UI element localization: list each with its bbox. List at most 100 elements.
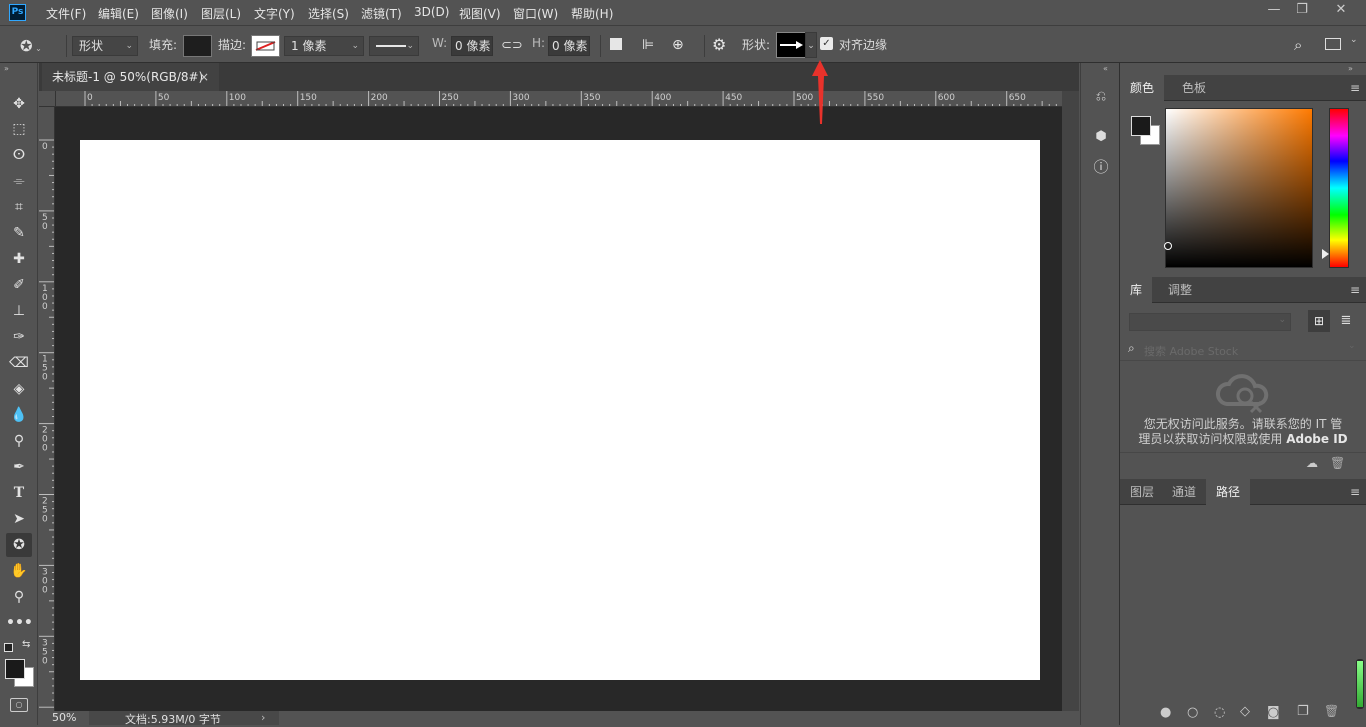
tab-channels[interactable]: 通道 [1162, 479, 1206, 505]
restore-button[interactable]: ❐ [1286, 0, 1318, 22]
gear-icon[interactable]: ⚙ [712, 34, 732, 56]
menu-layer[interactable]: 图层(L) [201, 5, 241, 22]
path-arrangement-icon[interactable]: ⊕ [672, 34, 694, 56]
fill-swatch[interactable] [183, 35, 212, 57]
workspace-icon[interactable] [1325, 38, 1341, 50]
close-window-button[interactable]: ✕ [1322, 0, 1360, 22]
swap-colors-icon[interactable]: ⇆ [22, 639, 30, 650]
list-view-icon[interactable]: ≣ [1336, 310, 1356, 332]
tab-libraries[interactable]: 库 [1120, 277, 1153, 303]
stock-search-input[interactable]: 搜索 Adobe Stock [1144, 343, 1238, 359]
marquee-tool-icon[interactable]: ⬚ [6, 117, 32, 141]
eyedropper-tool-icon[interactable]: ✎ [6, 221, 32, 245]
menu-view[interactable]: 视图(V) [459, 5, 501, 22]
panel-menu-icon[interactable]: ≡ [1350, 283, 1360, 297]
zoom-tool-icon[interactable]: ⚲ [6, 585, 32, 609]
path-selection-tool-icon[interactable]: ➤ [6, 507, 32, 531]
vertical-scrollbar[interactable] [1062, 91, 1079, 711]
adobe-id-link[interactable]: Adobe ID [1286, 432, 1347, 446]
blur-tool-icon[interactable]: 💧 [6, 403, 32, 427]
info-icon[interactable]: ⓘ [1091, 157, 1111, 177]
document-tab[interactable]: 未标题-1 @ 50%(RGB/8#) × [42, 63, 219, 91]
add-mask-icon[interactable]: ◙ [1267, 705, 1280, 720]
menu-window[interactable]: 窗口(W) [513, 5, 558, 22]
tab-paths[interactable]: 路径 [1206, 479, 1251, 505]
stroke-type-select[interactable]: ⌄ [369, 36, 419, 56]
custom-shape-tool-icon[interactable]: ✪ [6, 533, 32, 557]
panel-menu-icon[interactable]: ≡ [1350, 81, 1360, 95]
panel-menu-icon[interactable]: ≡ [1350, 485, 1360, 499]
collapse-toolbar-icon[interactable]: » [4, 64, 9, 73]
path-operations-icon[interactable] [610, 38, 622, 50]
collapse-panels-icon[interactable]: « [1103, 64, 1108, 73]
lasso-tool-icon[interactable]: ⵙ [6, 143, 32, 167]
hand-tool-icon[interactable]: ✋ [6, 559, 32, 583]
move-tool-icon[interactable]: ✥ [6, 92, 32, 116]
path-alignment-icon[interactable]: ⊫ [642, 34, 660, 56]
hue-slider[interactable] [1329, 108, 1349, 268]
collapse-dock-icon[interactable]: » [1348, 64, 1353, 73]
chevron-down-icon[interactable]: ⌄ [1348, 341, 1356, 351]
color-field[interactable] [1165, 108, 1313, 268]
tab-swatches[interactable]: 色板 [1172, 75, 1216, 101]
ruler-origin[interactable] [39, 91, 56, 107]
quick-mask-icon[interactable]: ○ [10, 698, 28, 712]
color-picker-ring[interactable] [1164, 242, 1172, 250]
library-select[interactable]: ⌄ [1129, 313, 1291, 331]
history-panel-icon[interactable]: ⎌ [1091, 87, 1111, 107]
width-input[interactable]: 0 像素 [451, 36, 493, 56]
menu-image[interactable]: 图像(I) [151, 5, 188, 22]
custom-shape-tool-preset-icon[interactable]: ✪ ⌄ [20, 35, 60, 57]
tab-color[interactable]: 颜色 [1120, 75, 1165, 101]
menu-select[interactable]: 选择(S) [308, 5, 349, 22]
grid-view-icon[interactable]: ⊞ [1308, 310, 1330, 332]
load-selection-icon[interactable]: ◌ [1214, 705, 1225, 720]
paint-bucket-tool-icon[interactable]: ◈ [6, 377, 32, 401]
foreground-color-swatch[interactable] [5, 659, 25, 679]
shape-picker-dropdown[interactable]: ⌄ [805, 32, 817, 58]
cloud-sync-icon[interactable]: ☁ [1306, 456, 1318, 470]
quick-selection-tool-icon[interactable]: ⌯ [6, 169, 32, 193]
tool-mode-select[interactable]: 形状 ⌄ [72, 36, 138, 56]
brush-tool-icon[interactable]: ✐ [6, 273, 32, 297]
menu-help[interactable]: 帮助(H) [571, 5, 613, 22]
close-tab-icon[interactable]: × [199, 63, 209, 91]
chevron-down-icon[interactable]: ⌄ [1350, 35, 1358, 45]
default-colors-icon[interactable] [4, 643, 13, 652]
panel-scrollbar[interactable] [1356, 659, 1364, 709]
tab-adjustments[interactable]: 调整 [1158, 277, 1202, 303]
link-icon[interactable]: ⊂⊃ [501, 35, 523, 57]
trash-icon[interactable]: 🗑 [1330, 456, 1345, 470]
shape-picker-swatch[interactable] [776, 32, 806, 58]
make-work-path-icon[interactable]: ◇ [1240, 704, 1250, 719]
type-tool-icon[interactable]: T [6, 481, 32, 505]
eraser-tool-icon[interactable]: ⌫ [6, 351, 32, 375]
tab-layers[interactable]: 图层 [1120, 479, 1164, 505]
crop-tool-icon[interactable]: ⌗ [6, 195, 32, 219]
color-fg-swatch[interactable] [1131, 116, 1151, 136]
stroke-path-icon[interactable]: ○ [1187, 705, 1198, 720]
menu-edit[interactable]: 编辑(E) [98, 5, 139, 22]
menu-file[interactable]: 文件(F) [46, 5, 86, 22]
stroke-width-select[interactable]: 1 像素 ⌄ [284, 36, 364, 56]
stroke-swatch[interactable] [251, 35, 280, 57]
canvas-pasteboard[interactable] [56, 108, 1062, 711]
trash-icon[interactable]: 🗑 [1324, 704, 1339, 718]
scrollbar-thumb[interactable] [1357, 661, 1363, 707]
align-edges-checkbox[interactable]: ✓ [820, 37, 833, 50]
status-menu-arrow[interactable]: › [261, 711, 265, 724]
menu-type[interactable]: 文字(Y) [254, 5, 295, 22]
height-input[interactable]: 0 像素 [548, 36, 590, 56]
pen-tool-icon[interactable]: ✒ [6, 455, 32, 479]
search-icon[interactable]: ⌕ [1294, 35, 1314, 55]
canvas[interactable] [80, 140, 1040, 680]
dodge-tool-icon[interactable]: ⚲ [6, 429, 32, 453]
zoom-level[interactable]: 50% [52, 711, 76, 724]
history-brush-tool-icon[interactable]: ✑ [6, 325, 32, 349]
hue-slider-handle[interactable] [1322, 249, 1329, 259]
clone-stamp-tool-icon[interactable]: ⊥ [6, 299, 32, 323]
3d-panel-icon[interactable]: ⬢ [1091, 127, 1111, 147]
healing-brush-tool-icon[interactable]: ✚ [6, 247, 32, 271]
new-path-icon[interactable]: ❐ [1297, 704, 1309, 719]
menu-3d[interactable]: 3D(D) [414, 5, 449, 19]
